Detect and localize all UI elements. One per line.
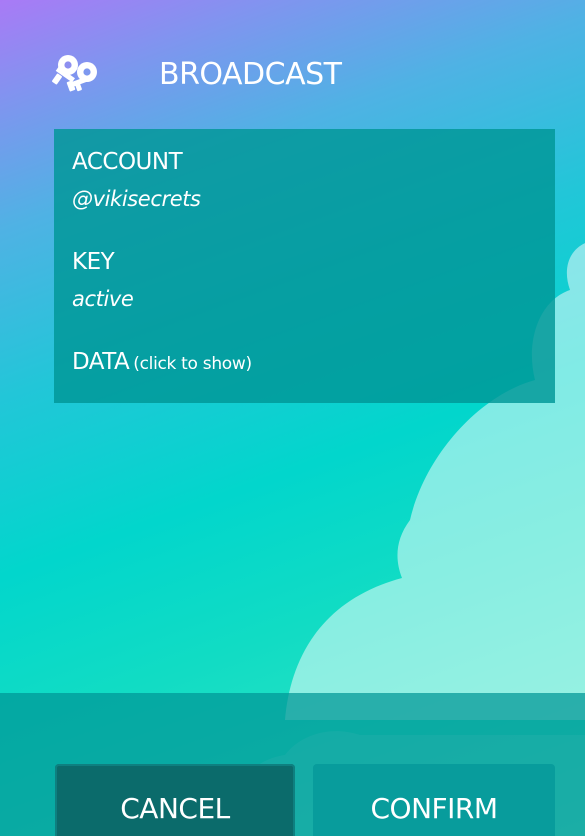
data-show-hint[interactable]: (click to show): [133, 354, 252, 374]
transaction-details-card: ACCOUNT @vikisecrets KEY active DATA (cli…: [54, 129, 555, 403]
data-label: DATA: [72, 349, 130, 375]
cancel-button[interactable]: CANCEL: [55, 764, 295, 836]
account-label: ACCOUNT: [72, 149, 183, 175]
action-bar: CANCEL CONFIRM: [0, 693, 585, 836]
account-value: @vikisecrets: [72, 187, 201, 211]
header: BROADCAST: [0, 0, 585, 130]
key-value: active: [72, 287, 134, 311]
page-title: BROADCAST: [159, 57, 342, 92]
keys-icon: [52, 55, 97, 92]
confirm-button[interactable]: CONFIRM: [313, 764, 555, 836]
key-label: KEY: [72, 249, 115, 275]
data-toggle[interactable]: DATA (click to show): [72, 347, 252, 379]
